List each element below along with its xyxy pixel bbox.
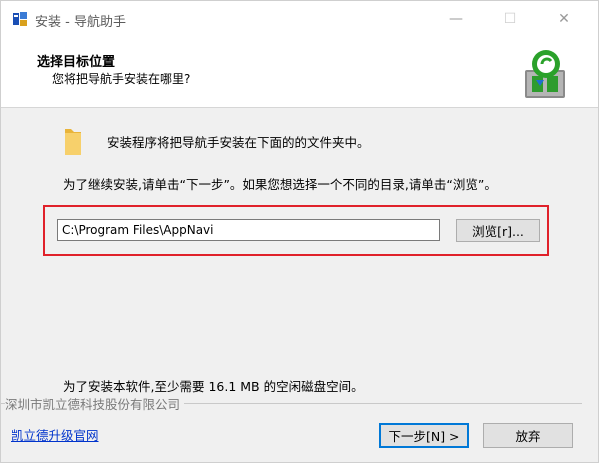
wizard-header: 选择目标位置 您将把导航手安装在哪里?	[1, 37, 598, 108]
company-name: 深圳市凯立德科技股份有限公司	[5, 394, 185, 413]
install-path-input[interactable]	[57, 219, 440, 241]
company-divider: 深圳市凯立德科技股份有限公司	[1, 394, 598, 413]
page-subtitle: 您将把导航手安装在哪里?	[52, 72, 191, 86]
folder-icon	[65, 129, 81, 155]
title-bar[interactable]: 安装 - 导航助手 — ☐ ✕	[1, 1, 598, 37]
page-title: 选择目标位置	[37, 55, 116, 70]
installer-window: 安装 - 导航助手 — ☐ ✕ 选择目标位置 您将把导航手安装在哪里? 安装程序…	[0, 0, 599, 463]
minimize-button[interactable]: —	[433, 1, 479, 37]
next-button[interactable]: 下一步[N] >	[379, 423, 469, 448]
cancel-button[interactable]: 放弃	[483, 423, 573, 448]
maximize-button: ☐	[503, 11, 517, 27]
upgrade-site-link[interactable]: 凯立德升级官网	[11, 425, 99, 444]
browse-button[interactable]: 浏览[r]...	[456, 219, 540, 242]
close-button[interactable]: ✕	[541, 1, 587, 37]
installer-app-icon	[13, 12, 27, 26]
intro-text: 安装程序将把导航手安装在下面的的文件夹中。	[107, 135, 370, 150]
instruction-text: 为了继续安装,请单击“下一步”。如果您想选择一个不同的目录,请单击“浏览”。	[63, 177, 497, 192]
window-title: 安装 - 导航助手	[35, 15, 126, 30]
installer-logo-icon	[525, 50, 565, 98]
disk-space-text: 为了安装本软件,至少需要 16.1 MB 的空闲磁盘空间。	[63, 379, 364, 394]
